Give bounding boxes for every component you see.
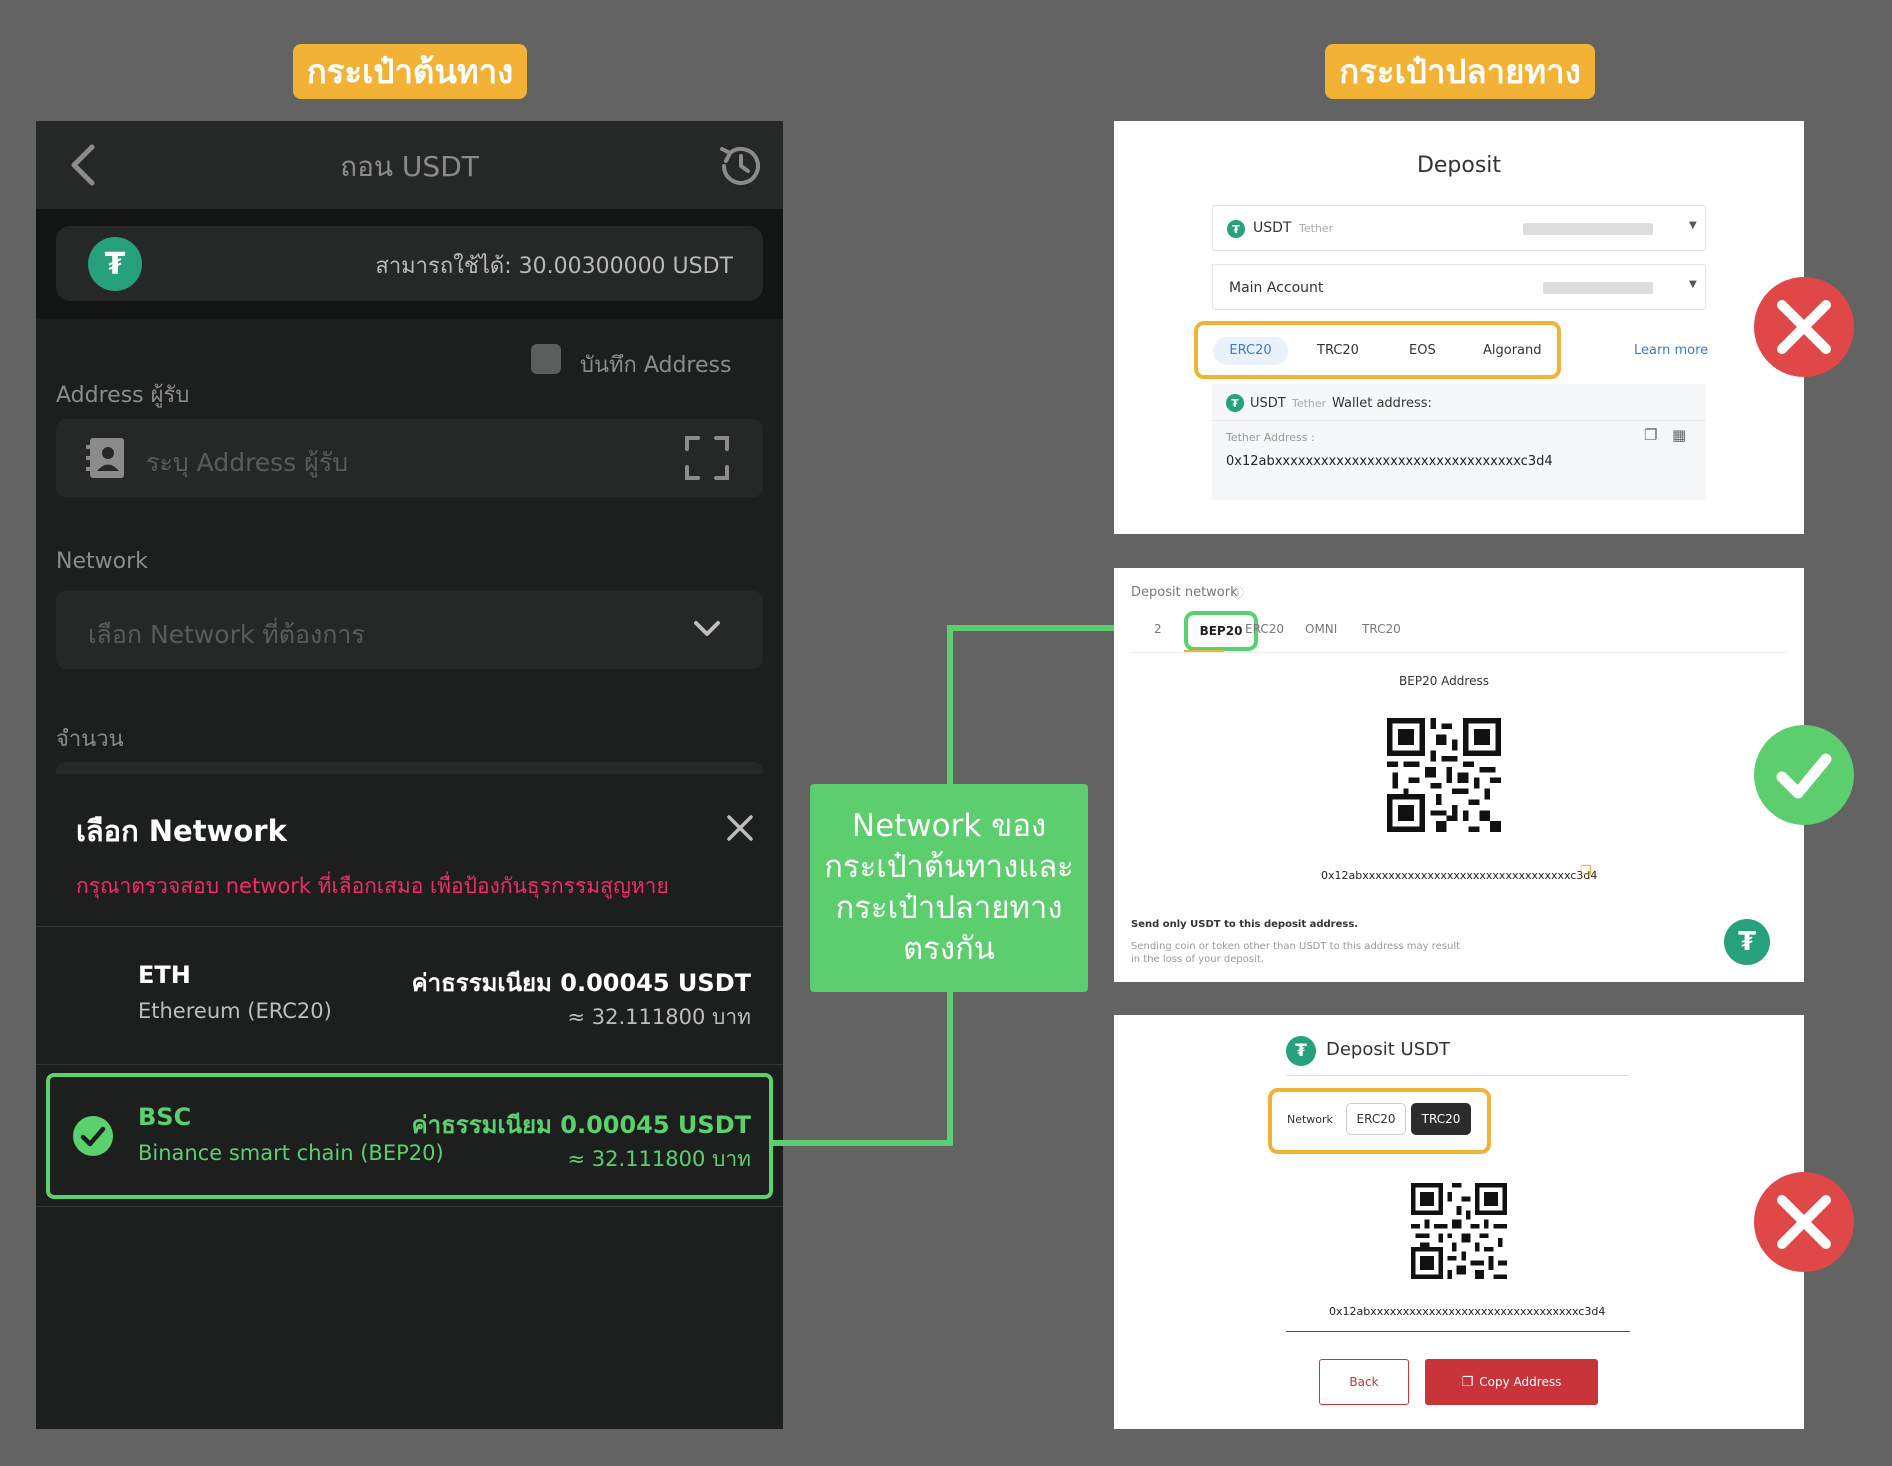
copy-icon[interactable]: ❐ xyxy=(1580,864,1592,879)
wallet-label: Wallet address: xyxy=(1332,396,1432,411)
address-label: Tether Address : xyxy=(1226,431,1315,444)
network-tab-algorand[interactable]: Algorand xyxy=(1483,343,1542,358)
address-value[interactable]: 0x12abxxxxxxxxxxxxxxxxxxxxxxxxxxxxxxxxc3… xyxy=(1226,454,1553,469)
panel-title: Deposit xyxy=(1416,153,1502,178)
cross-icon xyxy=(1754,277,1854,377)
network-tab-erc20[interactable]: ERC20 xyxy=(1245,622,1284,636)
tether-icon: ₮ xyxy=(1724,919,1770,965)
wallet-coin-sub: Tether xyxy=(1292,397,1327,410)
network-tab-trc20[interactable]: TRC20 xyxy=(1411,1103,1471,1135)
address-value[interactable]: 0x12abxxxxxxxxxxxxxxxxxxxxxxxxxxxxxxxxc3… xyxy=(1321,869,1597,882)
coin-name: USDT xyxy=(1253,220,1292,236)
tether-icon: ₮ xyxy=(1286,1036,1316,1066)
chevron-down-icon: ▼ xyxy=(1689,220,1697,231)
check-icon xyxy=(1754,725,1854,825)
info-icon: ⓘ xyxy=(1232,586,1245,600)
back-button[interactable]: Back xyxy=(1319,1359,1409,1405)
panel-title: Deposit USDT xyxy=(1326,1039,1450,1060)
tether-icon: ₮ xyxy=(1227,220,1245,238)
qr-icon[interactable]: ▦ xyxy=(1672,426,1686,444)
network-tab-trc20[interactable]: TRC20 xyxy=(1317,343,1359,358)
learn-more-link[interactable]: Learn more xyxy=(1634,343,1708,358)
network-tab-partial[interactable]: 2 xyxy=(1154,622,1162,636)
qr-code xyxy=(1411,1183,1507,1279)
tether-icon: ₮ xyxy=(1226,394,1244,412)
note-text: Sending coin or token other than USDT to… xyxy=(1131,941,1461,965)
address-title: BEP20 Address xyxy=(1399,674,1489,688)
deposit-panel-1: Deposit ₮ USDT Tether ▼ Main Account ▼ E… xyxy=(1114,121,1804,534)
network-tab-eos[interactable]: EOS xyxy=(1409,343,1436,358)
account-name: Main Account xyxy=(1229,280,1324,296)
network-match-callout: Network ของ กระเป๋าต้นทางและ กระเป๋าปลาย… xyxy=(810,784,1088,992)
copy-address-button[interactable]: ❐ Copy Address xyxy=(1425,1359,1598,1405)
qr-code xyxy=(1387,718,1501,832)
wallet-box: ₮ USDT Tether Wallet address: Tether Add… xyxy=(1212,384,1706,500)
chevron-down-icon: ▼ xyxy=(1689,279,1697,290)
cross-icon xyxy=(1754,1172,1854,1272)
network-tab-erc20[interactable]: ERC20 xyxy=(1213,337,1288,365)
copy-icon: ❐ xyxy=(1461,1374,1474,1390)
deposit-network-label: Deposit network xyxy=(1131,585,1238,600)
copy-icon[interactable]: ❐ xyxy=(1644,426,1657,444)
account-select[interactable]: Main Account ▼ xyxy=(1212,264,1706,310)
network-tab-trc20[interactable]: TRC20 xyxy=(1362,622,1401,636)
address-value[interactable]: 0x12abxxxxxxxxxxxxxxxxxxxxxxxxxxxxxxxxc3… xyxy=(1329,1305,1605,1318)
deposit-panel-2: Deposit network ⓘ 2 BEP20 ERC20 OMNI TRC… xyxy=(1114,568,1804,982)
network-tab-omni[interactable]: OMNI xyxy=(1305,622,1337,636)
network-tab-erc20[interactable]: ERC20 xyxy=(1346,1103,1406,1135)
copy-address-label: Copy Address xyxy=(1479,1375,1562,1389)
coin-select[interactable]: ₮ USDT Tether ▼ xyxy=(1212,205,1706,251)
coin-sub: Tether xyxy=(1299,222,1334,235)
deposit-panel-3: ₮ Deposit USDT Network ERC20 TRC20 0x12a… xyxy=(1114,1015,1804,1429)
network-label: Network xyxy=(1287,1113,1333,1126)
wallet-coin: USDT xyxy=(1250,396,1286,411)
note-bold: Send only USDT to this deposit address. xyxy=(1131,919,1359,930)
